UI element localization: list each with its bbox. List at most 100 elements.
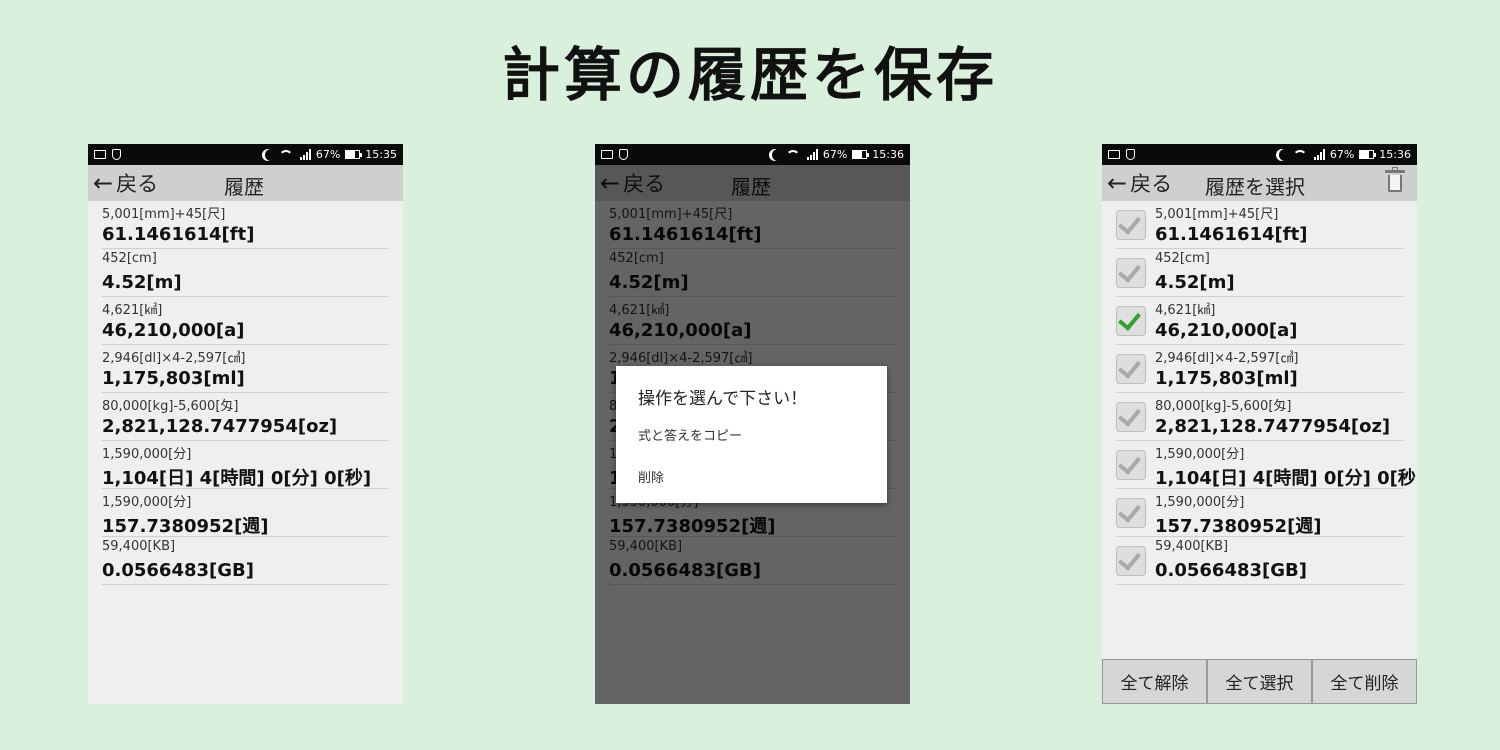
history-item[interactable]: 4,621[㎢] 46,210,000[a] [1116, 297, 1403, 345]
history-answer: 2,821,128.7477954[oz] [1155, 416, 1391, 437]
history-answer: 46,210,000[a] [1155, 320, 1298, 341]
history-answer: 1,175,803[ml] [102, 368, 245, 389]
history-expression: 452[cm] [1155, 251, 1210, 266]
deselect-all-button[interactable]: 全て解除 [1102, 659, 1207, 704]
back-arrow-icon: ← [93, 169, 114, 197]
history-answer: 4.52[m] [102, 272, 182, 293]
wifi-icon [278, 149, 295, 161]
wifi-icon [785, 149, 802, 161]
battery-percent: 67% [315, 148, 341, 161]
history-answer: 0.0566483[GB] [1155, 560, 1307, 581]
history-expression: 80,000[kg]-5,600[匁] [1155, 399, 1292, 414]
history-answer: 61.1461614[ft] [1155, 224, 1308, 245]
delete-option[interactable]: 削除 [638, 467, 664, 486]
phone-history-dialog: 67% 15:36 ←戻る 履歴 5,001[mm]+45[尺]61.14616… [595, 144, 910, 704]
history-expression: 452[cm] [102, 251, 157, 266]
history-expression: 1,590,000[分] [102, 447, 192, 462]
history-item[interactable]: 1,590,000[分] 1,104[日] 4[時間] 0[分] 0[秒] [102, 441, 389, 489]
screen-title: 履歴 [224, 175, 264, 199]
item-checkbox[interactable] [1116, 402, 1146, 432]
message-icon [1108, 150, 1120, 159]
check-icon [1118, 259, 1141, 283]
item-checkbox[interactable] [1116, 450, 1146, 480]
delete-all-button[interactable]: 全て削除 [1312, 659, 1417, 704]
back-arrow-icon: ← [1107, 169, 1128, 197]
headline: 計算の履歴を保存 [501, 41, 998, 109]
battery-percent: 67% [1329, 148, 1355, 161]
history-expression: 5,001[mm]+45[尺] [102, 207, 226, 222]
check-icon [1118, 547, 1141, 571]
check-icon [1118, 211, 1141, 235]
history-item[interactable]: 1,590,000[分] 157.7380952[週] [1116, 489, 1403, 537]
history-item[interactable]: 80,000[kg]-5,600[匁] 2,821,128.7477954[oz] [102, 393, 389, 441]
history-item[interactable]: 80,000[kg]-5,600[匁] 2,821,128.7477954[oz] [1116, 393, 1403, 441]
status-time: 15:35 [365, 148, 397, 161]
history-item[interactable]: 5,001[mm]+45[尺] 61.1461614[ft] [102, 201, 389, 249]
copy-option[interactable]: 式と答えをコピー [638, 425, 742, 444]
history-expression: 1,590,000[分] [1155, 495, 1245, 510]
history-list: 5,001[mm]+45[尺] 61.1461614[ft] 452[cm] 4.52… [88, 201, 403, 585]
signal-icon [1313, 149, 1325, 160]
history-item[interactable]: 452[cm] 4.52[m] [1116, 249, 1403, 297]
phone-history-select: 67% 15:36 ← 戻る 履歴を選択 5,001[mm]+45[尺] 61.14… [1102, 144, 1417, 704]
status-time: 15:36 [872, 148, 904, 161]
shield-icon [619, 149, 628, 160]
history-expression: 5,001[mm]+45[尺] [1155, 207, 1279, 222]
shield-icon [112, 149, 121, 160]
item-checkbox[interactable] [1116, 306, 1146, 336]
back-label: 戻る [116, 172, 159, 196]
action-dialog: 操作を選んで下さい！ 式と答えをコピー 削除 [616, 366, 887, 503]
item-checkbox[interactable] [1116, 546, 1146, 576]
back-button[interactable]: ←戻る [1107, 168, 1172, 198]
history-item[interactable]: 2,946[dl]×4-2,597[㎤] 1,175,803[ml] [1116, 345, 1403, 393]
signal-icon [806, 149, 818, 160]
back-label: 戻る [1130, 172, 1173, 196]
history-expression: 59,400[KB] [102, 539, 176, 554]
item-checkbox[interactable] [1116, 258, 1146, 288]
history-answer: 0.0566483[GB] [102, 560, 254, 581]
history-expression: 1,590,000[分] [1155, 447, 1245, 462]
message-icon [601, 150, 613, 159]
shield-icon [1126, 149, 1135, 160]
battery-percent: 67% [822, 148, 848, 161]
item-checkbox[interactable] [1116, 210, 1146, 240]
history-answer: 1,104[日] 4[時間] 0[分] 0[秒] [1155, 468, 1417, 489]
phone-history: 67% 15:35 ← 戻る 履歴 5,001[mm]+45[尺] 61.14616… [88, 144, 403, 704]
status-time: 15:36 [1379, 148, 1411, 161]
history-expression: 2,946[dl]×4-2,597[㎤] [1155, 351, 1299, 366]
app-bar: ← 戻る 履歴を選択 [1102, 165, 1417, 201]
status-bar: 67% 15:36 [1102, 144, 1417, 165]
history-answer: 4.52[m] [1155, 272, 1235, 293]
trash-icon[interactable] [1385, 167, 1405, 192]
history-item[interactable]: 5,001[mm]+45[尺] 61.1461614[ft] [1116, 201, 1403, 249]
battery-icon [852, 150, 870, 159]
screen-title: 履歴を選択 [1205, 175, 1305, 199]
history-item[interactable]: 452[cm] 4.52[m] [102, 249, 389, 297]
history-expression: 59,400[KB] [1155, 539, 1229, 554]
check-icon [1118, 499, 1141, 523]
history-expression: 4,621[㎢] [1155, 303, 1216, 318]
check-icon [1118, 403, 1141, 427]
history-answer: 157.7380952[週] [102, 516, 269, 537]
history-item[interactable]: 1,590,000[分] 157.7380952[週] [102, 489, 389, 537]
history-item[interactable]: 4,621[㎢] 46,210,000[a] [102, 297, 389, 345]
history-item[interactable]: 2,946[dl]×4-2,597[㎤] 1,175,803[ml] [102, 345, 389, 393]
check-icon [1118, 451, 1141, 475]
select-all-button[interactable]: 全て選択 [1207, 659, 1312, 704]
moon-icon [1279, 149, 1291, 161]
moon-icon [265, 149, 277, 161]
history-item[interactable]: 59,400[KB] 0.0566483[GB] [102, 537, 389, 585]
history-item[interactable]: 59,400[KB] 0.0566483[GB] [1116, 537, 1403, 585]
bottom-button-bar: 全て解除 全て選択 全て削除 [1102, 659, 1417, 704]
item-checkbox[interactable] [1116, 354, 1146, 384]
history-select-list: 5,001[mm]+45[尺] 61.1461614[ft] 452[cm] 4.52… [1102, 201, 1417, 585]
check-icon [1118, 307, 1141, 331]
moon-icon [772, 149, 784, 161]
history-expression: 2,946[dl]×4-2,597[㎤] [102, 351, 246, 366]
battery-icon [345, 150, 363, 159]
back-button[interactable]: ←戻る [93, 168, 158, 198]
history-answer: 46,210,000[a] [102, 320, 245, 341]
wifi-icon [1292, 149, 1309, 161]
history-item[interactable]: 1,590,000[分] 1,104[日] 4[時間] 0[分] 0[秒] [1116, 441, 1417, 489]
item-checkbox[interactable] [1116, 498, 1146, 528]
